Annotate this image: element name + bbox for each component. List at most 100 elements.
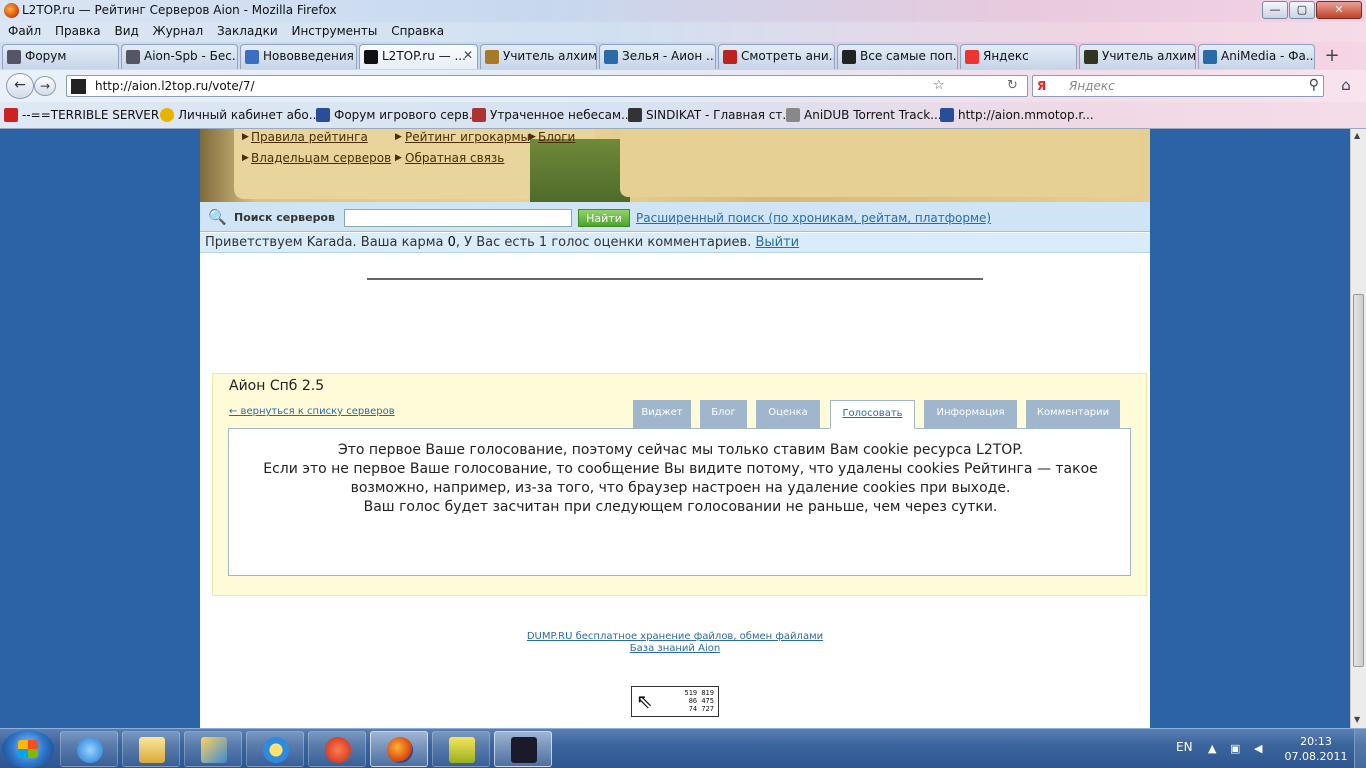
scroll-up-icon[interactable]: ▲ — [1354, 131, 1360, 140]
spb-icon — [126, 50, 140, 64]
paint-icon — [201, 737, 227, 763]
clock[interactable]: 20:13 07.08.2011 — [1276, 734, 1356, 764]
tab-blog[interactable]: Блог — [700, 400, 747, 428]
tab-close-icon[interactable]: ✕ — [463, 48, 473, 62]
link-blogs[interactable]: Блоги — [538, 130, 575, 144]
greeting-row: Приветствуем Karada. Ваша карма 0, У Вас… — [200, 233, 1150, 253]
forward-button[interactable]: → — [34, 76, 56, 96]
clock-date: 07.08.2011 — [1284, 750, 1348, 763]
bookmark-star-icon[interactable]: ☆ — [933, 78, 945, 93]
close-button[interactable]: ✕ — [1316, 1, 1362, 19]
vertical-scrollbar[interactable]: ▲ ▼ — [1350, 129, 1366, 728]
language-indicator[interactable]: EN — [1176, 740, 1193, 754]
url-bar[interactable]: http://aion.l2top.ru/vote/7/ ☆ ↻ — [66, 75, 1028, 97]
scrollbar-thumb[interactable] — [1353, 294, 1364, 667]
search-icon[interactable]: ⚲ — [1309, 77, 1319, 93]
server-search-input[interactable] — [344, 209, 572, 227]
taskbar-media-player[interactable] — [246, 731, 304, 767]
back-to-list-link[interactable]: ← вернуться к списку серверов — [229, 406, 395, 417]
home-icon[interactable]: ⌂ — [1334, 76, 1358, 96]
bookmark-icon — [472, 108, 486, 122]
tab-label: AniMedia - Фа... — [1221, 49, 1315, 63]
search-bar[interactable]: Я Яндекс ⚲ — [1032, 75, 1324, 97]
tab-label: Смотреть ани... — [741, 49, 835, 63]
menu-history[interactable]: Журнал — [151, 22, 206, 40]
bookmark-label: Форум игрового серв... — [334, 108, 481, 122]
minimize-button[interactable]: — — [1262, 1, 1288, 19]
bookmark-label: http://aion.mmotop.r... — [958, 108, 1094, 122]
aion-knowledge-link[interactable]: База знаний Aion — [200, 643, 1150, 655]
taskbar-game[interactable] — [432, 731, 490, 767]
yandex-icon — [965, 50, 979, 64]
taskbar-explorer[interactable] — [122, 731, 180, 767]
tab-anime[interactable]: Смотреть ани... — [718, 44, 835, 69]
advanced-search-link[interactable]: Расширенный поиск (по хроникам, рейтам, … — [636, 211, 991, 225]
taskbar-ie[interactable] — [60, 731, 118, 767]
window-titlebar: L2TOP.ru — Рейтинг Серверов Aion - Mozil… — [0, 0, 1366, 22]
taskbar-firefox[interactable] — [370, 731, 428, 767]
tab-label: Все самые поп... — [860, 49, 958, 63]
tab-alchemy-teacher-2[interactable]: Учитель алхим... — [1079, 44, 1196, 69]
visit-counter[interactable]: ⇖ 519 819 86 475 74 727 — [631, 686, 719, 717]
menu-edit[interactable]: Правка — [53, 22, 103, 40]
link-rating-rules[interactable]: Правила рейтинга — [251, 130, 368, 144]
scroll-down-icon[interactable]: ▼ — [1354, 715, 1360, 724]
tab-forum[interactable]: Форум — [2, 44, 119, 69]
page-content: ▶ Правила рейтинга ▶ Владельцам серверов… — [200, 129, 1150, 728]
logout-link[interactable]: Выйти — [755, 235, 799, 250]
menu-view[interactable]: Вид — [112, 22, 140, 40]
taskbar-aion[interactable] — [494, 731, 552, 767]
start-button[interactable] — [2, 730, 54, 768]
greeting-prefix: Приветствуем Karada. Ваша карма — [205, 235, 448, 250]
taskbar-paint[interactable] — [184, 731, 242, 767]
bookmark-cabinet[interactable]: Личный кабинет або... — [160, 108, 320, 122]
link-server-owners[interactable]: Владельцам серверов — [251, 151, 391, 165]
bookmark-mmotop[interactable]: http://aion.mmotop.r... — [940, 108, 1094, 122]
network-icon[interactable]: ▣ — [1230, 742, 1240, 755]
taskbar-ccleaner[interactable] — [308, 731, 366, 767]
new-tab-button[interactable]: + — [1320, 46, 1344, 68]
bookmark-icon — [160, 108, 174, 122]
tab-news[interactable]: Нововведения ... — [240, 44, 357, 69]
menu-help[interactable]: Справка — [389, 22, 446, 40]
tab-alchemy-teacher[interactable]: Учитель алхим... — [480, 44, 597, 69]
tab-aion-spb[interactable]: Aion-Spb - Бес... — [121, 44, 238, 69]
tab-rating[interactable]: Оценка — [756, 400, 820, 428]
link-karma-rating[interactable]: Рейтинг игрокармы — [405, 130, 530, 144]
tab-information[interactable]: Информация — [924, 400, 1017, 428]
ccleaner-icon — [325, 737, 351, 763]
tab-yandex[interactable]: Яндекс — [960, 44, 1077, 69]
tray-arrow-icon[interactable]: ▲ — [1208, 742, 1216, 755]
show-desktop-button[interactable] — [1354, 729, 1366, 768]
dump-ru-link[interactable]: DUMP.RU бесплатное хранение файлов, обме… — [200, 631, 1150, 643]
bookmark-icon — [4, 108, 18, 122]
tab-widget[interactable]: Виджет — [633, 400, 691, 428]
divider-line — [367, 278, 983, 280]
menu-bookmarks[interactable]: Закладки — [215, 22, 280, 40]
bookmark-sindikat[interactable]: SINDIKAT - Главная ст... — [628, 108, 794, 122]
bookmark-lost-heaven[interactable]: Утраченное небесам... — [472, 108, 632, 122]
bookmark-game-forum[interactable]: Форум игрового серв... — [316, 108, 480, 122]
bookmark-anidub[interactable]: AniDUB Torrent Track... — [786, 108, 942, 122]
tab-animedia[interactable]: AniMedia - Фа... — [1198, 44, 1315, 69]
yandex-logo-icon[interactable]: Я — [1037, 79, 1046, 93]
tab-label: Яндекс — [983, 49, 1029, 63]
tab-popular[interactable]: Все самые поп... — [837, 44, 958, 69]
volume-icon[interactable]: ◀ — [1254, 742, 1262, 755]
back-button[interactable]: ← — [6, 73, 34, 99]
tab-l2top[interactable]: L2TOP.ru — ... ✕ — [359, 44, 478, 69]
link-feedback[interactable]: Обратная связь — [405, 151, 504, 165]
maximize-button[interactable]: ▢ — [1289, 1, 1315, 19]
tab-comments[interactable]: Комментарии — [1026, 400, 1120, 428]
navigation-bar: ← → http://aion.l2top.ru/vote/7/ ☆ ↻ Я Я… — [0, 70, 1366, 102]
menu-file[interactable]: Файл — [6, 22, 43, 40]
menu-tools[interactable]: Инструменты — [289, 22, 379, 40]
tab-label: Учитель алхим... — [1102, 49, 1196, 63]
search-icon: 🔍 — [208, 208, 227, 226]
bookmark-terrible-server[interactable]: --==TERRIBLE SERVER ... — [4, 108, 174, 122]
tab-vote[interactable]: Голосовать — [830, 400, 915, 429]
reload-icon[interactable]: ↻ — [1007, 78, 1018, 93]
tab-potions[interactable]: Зелья - Аион ... — [599, 44, 716, 69]
clock-time: 20:13 — [1300, 735, 1332, 748]
find-button[interactable]: Найти — [578, 209, 630, 227]
